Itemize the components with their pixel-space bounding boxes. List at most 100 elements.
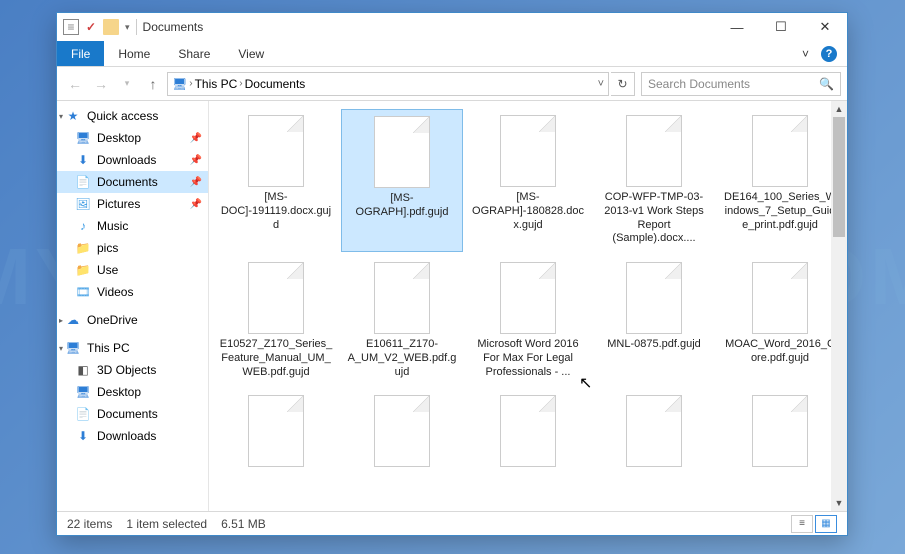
sidebar-label: Quick access bbox=[87, 109, 158, 123]
sidebar-item[interactable]: 📁pics bbox=[57, 237, 208, 259]
help-icon[interactable]: ? bbox=[821, 46, 837, 62]
breadcrumb-dropdown-icon[interactable]: ˅ bbox=[598, 78, 604, 90]
qat-check-icon[interactable]: ✓ bbox=[83, 19, 99, 35]
file-list-area: [MS-DOC]-191119.docx.gujd [MS-OGRAPH].pdf… bbox=[209, 101, 847, 511]
sidebar-item[interactable]: 📁Use bbox=[57, 259, 208, 281]
close-button[interactable]: ✕ bbox=[803, 13, 847, 41]
sidebar-item[interactable]: ⬇Downloads bbox=[57, 425, 208, 447]
file-item[interactable]: Microsoft Word 2016 For Max For Legal Pr… bbox=[467, 256, 589, 385]
navigation-pane: ▾ ★ Quick access 🖥Desktop📌⬇Downloads📌📄Do… bbox=[57, 101, 209, 511]
qat-dropdown-icon[interactable]: ▾ bbox=[125, 22, 130, 33]
file-item[interactable]: [MS-OGRAPH].pdf.gujd bbox=[341, 109, 463, 252]
sidebar-item[interactable]: 🎞Videos bbox=[57, 281, 208, 303]
file-name: Microsoft Word 2016 For Max For Legal Pr… bbox=[471, 338, 585, 379]
sidebar-item-label: Music bbox=[97, 219, 128, 233]
forward-button[interactable]: → bbox=[89, 72, 113, 96]
minimize-button[interactable]: — bbox=[715, 13, 759, 41]
file-name: [MS-OGRAPH].pdf.gujd bbox=[346, 192, 458, 220]
status-bar: 22 items 1 item selected 6.51 MB ≡ ▦ bbox=[57, 511, 847, 535]
ribbon-expand-button[interactable]: ˅ bbox=[802, 47, 809, 61]
file-item[interactable]: [MS-OGRAPH]-180828.docx.gujd bbox=[467, 109, 589, 252]
status-selection: 1 item selected bbox=[126, 517, 207, 531]
file-name: DE164_100_Series_Windows_7_Setup_Guide_p… bbox=[723, 191, 837, 232]
pin-icon: 📌 bbox=[190, 133, 202, 144]
status-item-count: 22 items bbox=[67, 517, 112, 531]
sidebar-item[interactable]: 🖥Desktop bbox=[57, 381, 208, 403]
maximize-button[interactable]: ☐ bbox=[759, 13, 803, 41]
view-icons-button[interactable]: ▦ bbox=[815, 515, 837, 533]
tab-view[interactable]: View bbox=[224, 41, 278, 66]
file-item[interactable] bbox=[719, 389, 841, 477]
search-input[interactable]: Search Documents 🔍 bbox=[641, 72, 841, 96]
breadcrumb-root-icon: 🖥 bbox=[172, 77, 187, 91]
chevron-down-icon[interactable]: ▾ bbox=[59, 344, 63, 353]
breadcrumb-segment[interactable]: Documents bbox=[245, 77, 306, 91]
chevron-down-icon[interactable]: ▾ bbox=[59, 112, 63, 121]
titlebar: ≡ ✓ ▾ Documents — ☐ ✕ bbox=[57, 13, 847, 41]
sidebar-item-label: 3D Objects bbox=[97, 363, 156, 377]
scrollbar-thumb[interactable] bbox=[833, 117, 845, 237]
file-name: MNL-0875.pdf.gujd bbox=[607, 338, 701, 352]
folder-icon: 🖥 bbox=[75, 130, 91, 146]
folder-icon: 🖼 bbox=[75, 196, 91, 212]
breadcrumb-segment[interactable]: This PC bbox=[195, 77, 238, 91]
sidebar-item[interactable]: ⬇Downloads📌 bbox=[57, 149, 208, 171]
file-item[interactable]: E10527_Z170_Series_Feature_Manual_UM_WEB… bbox=[215, 256, 337, 385]
file-tab[interactable]: File bbox=[57, 41, 104, 66]
sidebar-this-pc[interactable]: ▾ 🖥 This PC bbox=[57, 337, 208, 359]
folder-icon: 🎞 bbox=[75, 284, 91, 300]
file-item[interactable]: COP-WFP-TMP-03-2013-v1 Work Steps Report… bbox=[593, 109, 715, 252]
folder-icon: ⬇ bbox=[75, 428, 91, 444]
file-item[interactable]: MOAC_Word_2016_Core.pdf.gujd bbox=[719, 256, 841, 385]
back-button[interactable]: ← bbox=[63, 72, 87, 96]
titlebar-folder-icon bbox=[103, 19, 119, 35]
breadcrumb[interactable]: 🖥 › This PC › Documents ˅ bbox=[167, 72, 609, 96]
sidebar-item-label: Desktop bbox=[97, 131, 141, 145]
file-item[interactable]: E10611_Z170-A_UM_V2_WEB.pdf.gujd bbox=[341, 256, 463, 385]
file-name: [MS-OGRAPH]-180828.docx.gujd bbox=[471, 191, 585, 232]
sidebar-item[interactable]: 📄Documents📌 bbox=[57, 171, 208, 193]
sidebar-quick-access[interactable]: ▾ ★ Quick access bbox=[57, 105, 208, 127]
up-button[interactable]: ↑ bbox=[141, 72, 165, 96]
vertical-scrollbar[interactable]: ▲ ▼ bbox=[831, 101, 847, 511]
scroll-up-button[interactable]: ▲ bbox=[831, 101, 847, 117]
tab-home[interactable]: Home bbox=[104, 41, 164, 66]
sidebar-item[interactable]: 📄Documents bbox=[57, 403, 208, 425]
file-item[interactable]: MNL-0875.pdf.gujd bbox=[593, 256, 715, 385]
file-item[interactable]: [MS-DOC]-191119.docx.gujd bbox=[215, 109, 337, 252]
folder-icon: ◧ bbox=[75, 362, 91, 378]
refresh-button[interactable]: ↻ bbox=[611, 72, 635, 96]
sidebar-item-label: Pictures bbox=[97, 197, 140, 211]
sidebar-label: OneDrive bbox=[87, 313, 138, 327]
file-icon bbox=[626, 115, 682, 187]
sidebar-item-label: Downloads bbox=[97, 153, 156, 167]
recent-locations-button[interactable]: ▾ bbox=[115, 72, 139, 96]
sidebar-item[interactable]: 🖥 Desktop 📌 bbox=[57, 127, 208, 149]
pin-icon: 📌 bbox=[190, 177, 202, 188]
view-details-button[interactable]: ≡ bbox=[791, 515, 813, 533]
qat-properties-icon[interactable]: ≡ bbox=[63, 19, 79, 35]
explorer-window: ≡ ✓ ▾ Documents — ☐ ✕ File Home Share Vi… bbox=[56, 12, 848, 536]
scroll-down-button[interactable]: ▼ bbox=[831, 495, 847, 511]
folder-icon: 📁 bbox=[75, 262, 91, 278]
sidebar-item[interactable]: ♪ Music bbox=[57, 215, 208, 237]
file-name: E10611_Z170-A_UM_V2_WEB.pdf.gujd bbox=[345, 338, 459, 379]
sidebar-item[interactable]: 🖼Pictures📌 bbox=[57, 193, 208, 215]
file-item[interactable] bbox=[341, 389, 463, 477]
file-item[interactable] bbox=[467, 389, 589, 477]
search-icon: 🔍 bbox=[819, 77, 834, 91]
file-item[interactable] bbox=[215, 389, 337, 477]
file-icon bbox=[626, 262, 682, 334]
file-item[interactable]: DE164_100_Series_Windows_7_Setup_Guide_p… bbox=[719, 109, 841, 252]
tab-share[interactable]: Share bbox=[164, 41, 224, 66]
file-name: COP-WFP-TMP-03-2013-v1 Work Steps Report… bbox=[597, 191, 711, 246]
file-name: E10527_Z170_Series_Feature_Manual_UM_WEB… bbox=[219, 338, 333, 379]
sidebar-item[interactable]: ◧ 3D Objects bbox=[57, 359, 208, 381]
sidebar-onedrive[interactable]: ▸ ☁ OneDrive bbox=[57, 309, 208, 331]
chevron-right-icon: › bbox=[189, 78, 192, 89]
folder-icon: ♪ bbox=[75, 218, 91, 234]
file-icon bbox=[500, 262, 556, 334]
folder-icon: 📁 bbox=[75, 240, 91, 256]
chevron-right-icon[interactable]: ▸ bbox=[59, 316, 63, 325]
file-item[interactable] bbox=[593, 389, 715, 477]
